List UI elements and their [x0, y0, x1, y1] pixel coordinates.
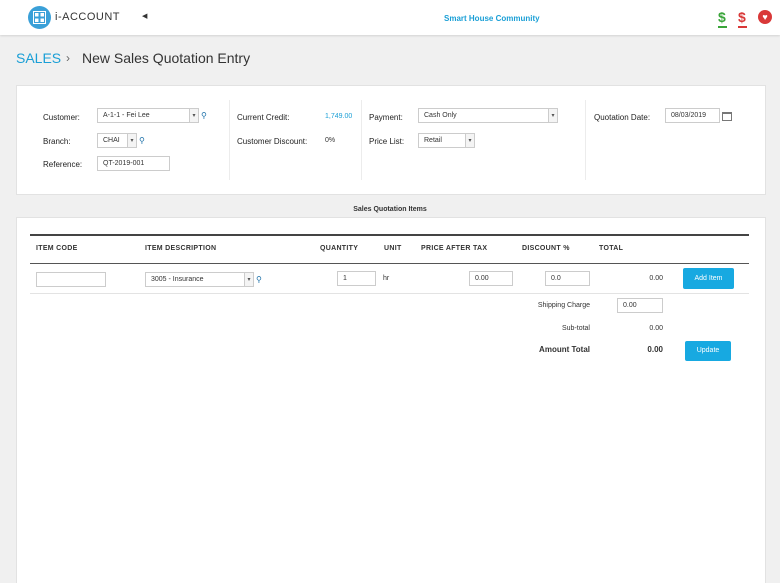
row-total-value: 0.00 [649, 275, 663, 282]
quotation-header-panel: Customer: A-1-1 - Fei Lee ▾ ⚲ Branch: CH… [16, 85, 766, 195]
customer-label: Customer: [43, 113, 80, 122]
table-top-rule [30, 234, 749, 236]
current-credit-label: Current Credit: [237, 113, 290, 122]
price-input[interactable]: 0.00 [469, 271, 513, 286]
payment-value: Cash Only [424, 112, 457, 119]
branch-label: Branch: [43, 137, 71, 146]
shipping-charge-label: Shipping Charge [537, 302, 590, 309]
unit-value: hr [383, 275, 390, 282]
item-description-value: 3005 - Insurance [151, 276, 204, 283]
shipping-charge-value: 0.00 [623, 302, 637, 309]
col-item-description: ITEM DESCRIPTION [145, 245, 217, 252]
branch-value: CHAI [103, 137, 120, 144]
amount-total-label: Amount Total [539, 345, 590, 354]
quantity-input[interactable]: 1 [337, 271, 376, 286]
reference-label: Reference: [43, 160, 83, 169]
customer-select[interactable]: A-1-1 - Fei Lee ▾ [97, 108, 199, 123]
item-code-input[interactable] [36, 272, 106, 287]
add-item-label: Add Item [694, 275, 723, 282]
col-unit: UNIT [384, 245, 402, 252]
subtotal-value: 0.00 [649, 325, 663, 332]
update-label: Update [696, 347, 720, 354]
price-value: 0.00 [475, 275, 489, 282]
chevron-down-icon: ▾ [127, 134, 136, 147]
dollar-red-icon[interactable]: $ [738, 9, 747, 28]
price-list-select[interactable]: Retail ▾ [418, 133, 475, 148]
collapse-arrow-icon[interactable]: ◀ [142, 12, 147, 20]
branch-select[interactable]: CHAI ▾ [97, 133, 137, 148]
quotation-date-input[interactable]: 08/03/2019 [665, 108, 720, 123]
dollar-green-icon[interactable]: $ [718, 9, 727, 28]
reference-value: QT-2019-001 [103, 160, 145, 167]
shipping-charge-input[interactable]: 0.00 [617, 298, 663, 313]
items-panel [16, 217, 766, 583]
community-name[interactable]: Smart House Community [444, 14, 540, 23]
amount-total-value: 0.00 [647, 345, 663, 354]
logo-icon[interactable] [28, 6, 51, 29]
col-quantity: QUANTITY [320, 245, 359, 252]
col-discount: DISCOUNT % [522, 245, 570, 252]
subtotal-label: Sub-total [561, 325, 590, 332]
table-header-rule [30, 263, 749, 264]
reference-input[interactable]: QT-2019-001 [97, 156, 170, 171]
payment-select[interactable]: Cash Only ▾ [418, 108, 558, 123]
update-button[interactable]: Update [685, 341, 731, 361]
items-section-title: Sales Quotation Items [353, 206, 427, 213]
add-item-button[interactable]: Add Item [683, 268, 734, 289]
customer-discount-value: 0% [325, 137, 336, 144]
price-list-label: Price List: [369, 137, 405, 146]
chevron-down-icon: ▾ [465, 134, 474, 147]
customer-search-icon[interactable]: ⚲ [201, 111, 207, 120]
branch-search-icon[interactable]: ⚲ [139, 136, 145, 145]
calendar-icon[interactable] [722, 112, 732, 121]
item-description-select[interactable]: 3005 - Insurance ▾ [145, 272, 254, 287]
item-search-icon[interactable]: ⚲ [256, 275, 262, 284]
quotation-date-label: Quotation Date: [594, 113, 651, 122]
quantity-value: 1 [343, 275, 347, 282]
breadcrumb-separator: › [66, 51, 70, 65]
chevron-down-icon: ▾ [548, 109, 557, 122]
col-item-code: ITEM CODE [36, 245, 78, 252]
price-list-value: Retail [424, 137, 442, 144]
current-credit-value: 1,749.00 [325, 113, 353, 120]
chevron-down-icon: ▾ [189, 109, 198, 122]
discount-value: 0.0 [551, 275, 561, 282]
col-total: TOTAL [599, 245, 624, 252]
customer-discount-label: Customer Discount: [237, 137, 308, 146]
quotation-date-value: 08/03/2019 [671, 112, 707, 119]
row-rule [30, 293, 749, 294]
breadcrumb-sales[interactable]: SALES [16, 50, 61, 66]
heart-icon[interactable]: ♥ [758, 10, 772, 24]
customer-value: A-1-1 - Fei Lee [103, 112, 150, 119]
payment-label: Payment: [369, 113, 403, 122]
app-logo-text: i-ACCOUNT [55, 11, 120, 23]
chevron-down-icon: ▾ [244, 273, 253, 286]
discount-input[interactable]: 0.0 [545, 271, 590, 286]
top-bar: i-ACCOUNT ◀ Smart House Community $ $ ♥ [0, 0, 780, 35]
page-title: New Sales Quotation Entry [82, 50, 251, 66]
col-price-after-tax: PRICE AFTER TAX [421, 245, 488, 252]
